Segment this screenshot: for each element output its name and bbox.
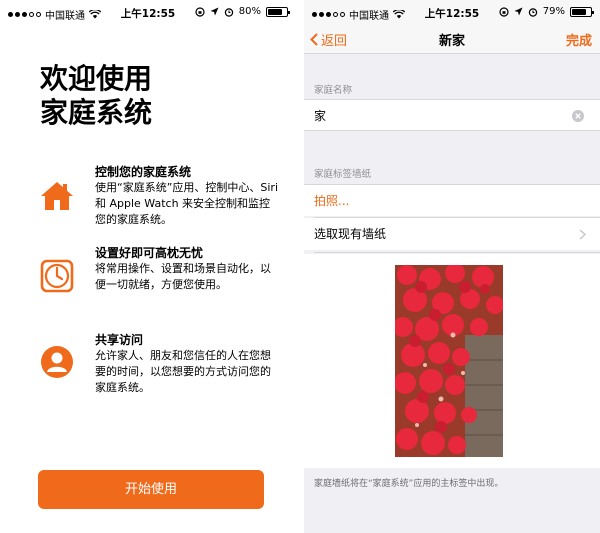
page-title: 新家 xyxy=(438,34,465,49)
chevron-right-icon xyxy=(579,229,586,240)
house-icon xyxy=(41,182,73,210)
status-bar: 中国联通 上午12:55 79% xyxy=(304,0,600,24)
location-icon xyxy=(514,7,523,16)
status-bar: 中国联通 上午12:55 80% xyxy=(0,0,296,24)
home-name-section-label: 家庭名称 xyxy=(314,85,353,96)
home-name-field[interactable]: 家 xyxy=(304,99,600,131)
choose-existing-label: 选取现有墙纸 xyxy=(314,227,387,241)
welcome-title-line2: 家庭系统 xyxy=(40,96,153,129)
wallpaper-section-label: 家庭标签墙纸 xyxy=(314,169,372,180)
rotation-lock-icon xyxy=(195,6,205,17)
get-started-button[interactable]: 开始使用 xyxy=(38,470,264,509)
feature-title: 设置好即可高枕无忧 xyxy=(95,246,204,260)
battery-icon xyxy=(266,6,290,17)
welcome-title: 欢迎使用 家庭系统 xyxy=(40,62,152,130)
feature-description: 允许家人、朋友和您信任的人在您想要的时间，以您想要的方式访问您的家庭系统。 xyxy=(95,349,271,394)
alarm-icon xyxy=(224,7,233,17)
done-button[interactable]: 完成 xyxy=(566,30,592,49)
wallpaper-preview-area xyxy=(304,254,600,468)
feature-title: 共享访问 xyxy=(95,333,144,347)
battery-percent: 80% xyxy=(238,6,261,17)
wallpaper-footer-note: 家庭墙纸将在“家庭系统”应用的主标签中出现。 xyxy=(314,479,504,489)
navigation-bar: 返回 新家 完成 xyxy=(304,24,600,54)
location-icon xyxy=(210,7,219,16)
feature-description: 将常用操作、设置和场景自动化，以便一切就绪，方便您使用。 xyxy=(95,262,271,291)
choose-existing-wallpaper-row[interactable]: 选取现有墙纸 xyxy=(304,218,600,250)
cell-separator xyxy=(314,252,600,253)
clear-text-icon[interactable] xyxy=(572,110,584,122)
screen-divider xyxy=(296,0,304,533)
new-home-screen: 中国联通 上午12:55 79% 返回 新家 完成 家庭名称 家 家庭标签墙纸 … xyxy=(304,0,600,533)
welcome-screen: 中国联通 上午12:55 80% 欢迎使用 家庭系统 控制您的家庭系统 使用“家… xyxy=(0,0,296,533)
clock-icon xyxy=(40,259,74,293)
home-name-value: 家 xyxy=(314,109,327,123)
person-icon xyxy=(41,346,73,378)
battery-icon xyxy=(570,6,594,17)
take-photo-button[interactable]: 拍照... xyxy=(304,184,600,216)
battery-percent: 79% xyxy=(542,6,565,17)
wallpaper-preview-image[interactable] xyxy=(395,265,503,457)
feature-title: 控制您的家庭系统 xyxy=(95,165,192,179)
rotation-lock-icon xyxy=(499,6,509,17)
feature-description: 使用“家庭系统”应用、控制中心、Siri 和 Apple Watch 来安全控制… xyxy=(95,181,279,226)
welcome-title-line1: 欢迎使用 xyxy=(40,62,153,95)
alarm-icon xyxy=(528,7,537,17)
